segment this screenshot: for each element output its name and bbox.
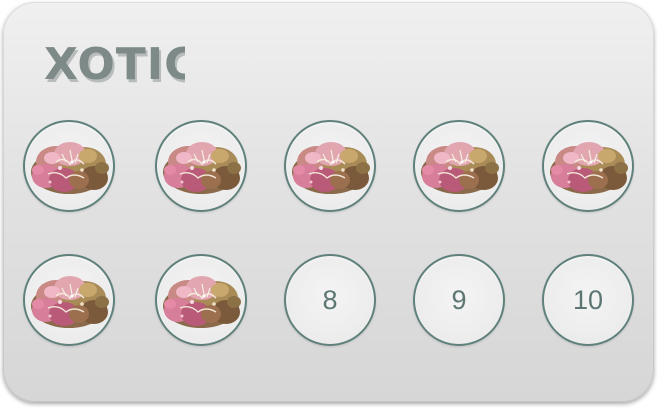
stamp-number: 8 [322,284,338,315]
stamp-slot-filled[interactable] [542,120,634,212]
cannabis-bud-icon [416,132,502,200]
cannabis-bud-icon [545,132,631,200]
stamp-slot-filled[interactable] [155,254,247,346]
stamp-slot-filled[interactable] [155,120,247,212]
loyalty-stamp-card: XOTIC XOTIC 8 9 10 [3,2,654,402]
stamp-slot-empty[interactable]: 8 [284,254,376,346]
stamp-slot-empty[interactable]: 10 [542,254,634,346]
cannabis-bud-icon [26,132,112,200]
stamp-slot-filled[interactable] [413,120,505,212]
cannabis-bud-icon [158,132,244,200]
stamp-slot-filled[interactable] [23,254,115,346]
logo-text: XOTIC [44,39,185,90]
stamp-slot-empty[interactable]: 9 [413,254,505,346]
cannabis-bud-icon [158,266,244,334]
stamp-slot-filled[interactable] [23,120,115,212]
cannabis-bud-icon [26,266,112,334]
stamp-slot-filled[interactable] [284,120,376,212]
xotic-logo: XOTIC XOTIC [44,39,185,90]
stamp-number: 10 [572,284,604,315]
cannabis-bud-icon [287,132,373,200]
stamp-number: 9 [451,284,467,315]
